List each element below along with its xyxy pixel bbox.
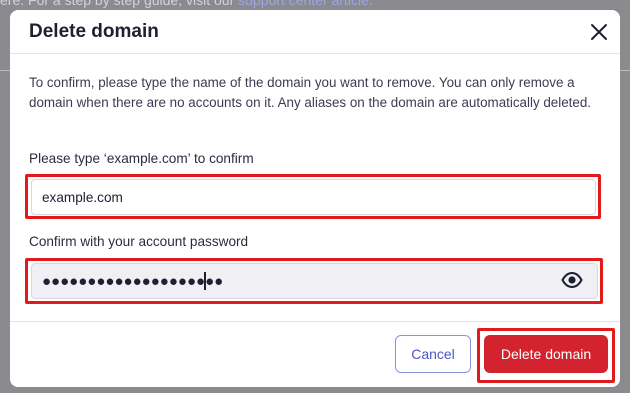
backdrop-divider-right [620, 70, 630, 71]
show-password-button[interactable] [561, 271, 583, 289]
cancel-button[interactable]: Cancel [395, 335, 471, 373]
delete-domain-button[interactable]: Delete domain [484, 335, 608, 373]
dialog-title: Delete domain [29, 21, 159, 42]
close-button[interactable] [588, 21, 610, 43]
backdrop-support-link: support center article. [238, 0, 373, 8]
backdrop-divider-left [0, 70, 10, 71]
backdrop-text: ere. For a step by step guide, visit our [0, 0, 235, 8]
password-input[interactable] [31, 263, 598, 299]
password-label: Confirm with your account password [29, 234, 249, 249]
delete-domain-dialog: Delete domain To confirm, please type th… [10, 10, 620, 387]
domain-confirm-label: Please type ‘example.com’ to confirm [29, 151, 254, 166]
domain-confirm-input[interactable] [31, 179, 596, 215]
backdrop-help-text: ere. For a step by step guide, visit our… [0, 0, 630, 8]
dialog-header: Delete domain [10, 10, 620, 54]
eye-icon [561, 271, 583, 289]
dialog-description: To confirm, please type the name of the … [29, 75, 592, 110]
close-icon [591, 24, 607, 40]
text-caret [204, 272, 206, 290]
footer-divider [10, 321, 620, 322]
